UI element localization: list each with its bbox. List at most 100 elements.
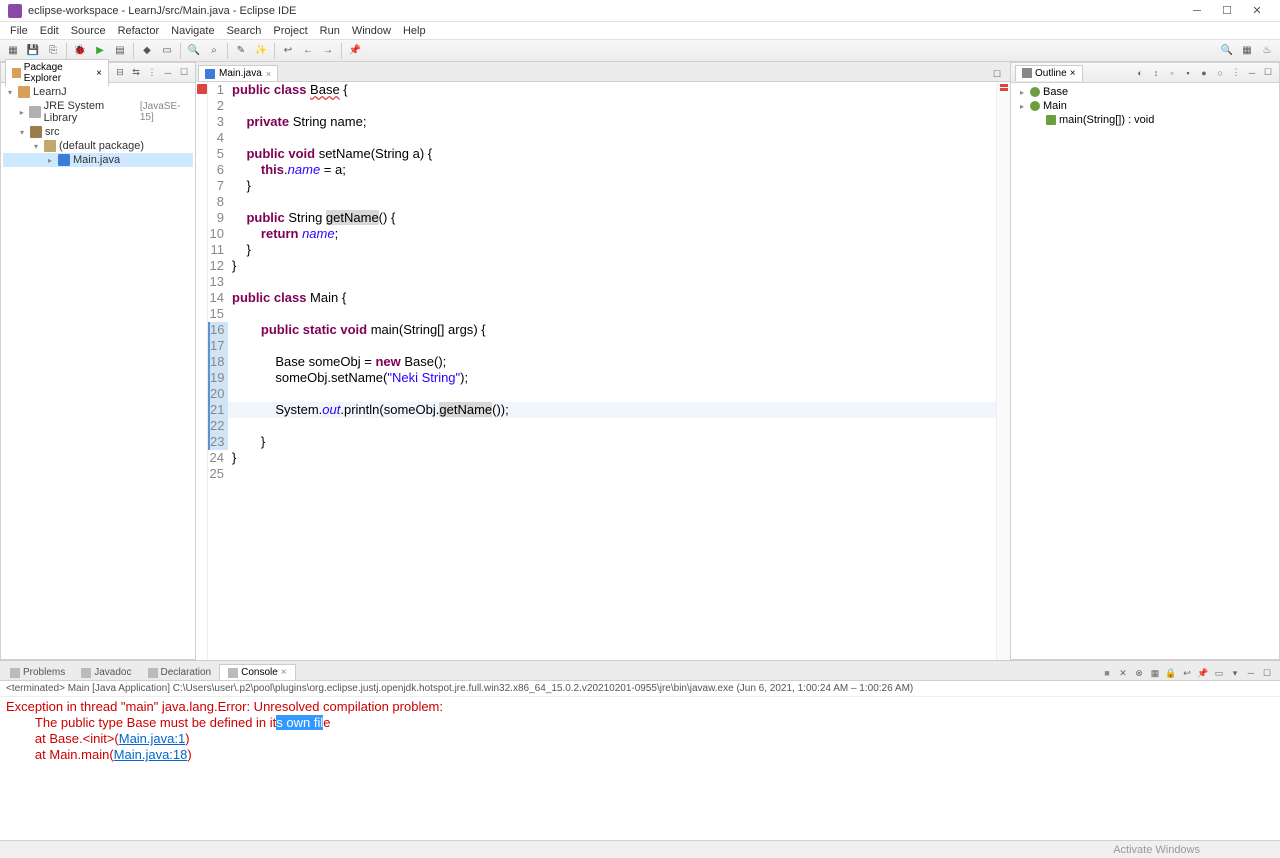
console-output[interactable]: Exception in thread "main" java.lang.Err… [0,697,1280,840]
collapse-all-button[interactable]: ⊟ [113,66,127,80]
word-wrap-button[interactable]: ↩ [1180,666,1194,680]
open-console-button[interactable]: ▾ [1228,666,1242,680]
remove-all-button[interactable]: ⊗ [1132,666,1146,680]
new-package-button[interactable]: ▭ [158,42,176,60]
menu-refactor[interactable]: Refactor [112,25,166,37]
menu-window[interactable]: Window [346,25,397,37]
wand-button[interactable]: ✨ [252,42,270,60]
minimize-view-button[interactable]: ─ [161,66,175,80]
search-button[interactable]: ⌕ [205,42,223,60]
annotation-ruler[interactable] [196,82,208,660]
close-icon[interactable]: × [96,68,102,79]
save-all-button[interactable]: ⎘ [44,42,62,60]
overview-ruler[interactable] [996,82,1010,660]
menu-project[interactable]: Project [267,25,313,37]
bottom-tab-console[interactable]: Console × [219,664,296,680]
view-menu-button[interactable]: ⋮ [145,66,159,80]
new-class-button[interactable]: ◆ [138,42,156,60]
outline-item[interactable]: ▸Base [1013,85,1277,99]
java-perspective-button[interactable]: ♨ [1258,42,1276,60]
bottom-tab-problems[interactable]: Problems [2,665,73,680]
outline-tree[interactable]: ▸Base▸Mainmain(String[]) : void [1011,83,1279,129]
project-node[interactable]: ▾LearnJ [3,85,193,99]
editor-area: Main.java × ☐ 12345678910111213141516171… [196,62,1010,660]
maximize-view-button[interactable]: ☐ [177,66,191,80]
close-icon[interactable]: × [1070,68,1076,79]
error-marker[interactable] [197,84,207,94]
overview-error-marker[interactable] [1000,88,1008,91]
link-editor-button[interactable]: ⇆ [129,66,143,80]
maximize-editor-button[interactable]: ☐ [990,67,1004,81]
window-title: eclipse-workspace - LearnJ/src/Main.java… [28,5,1182,17]
maximize-view-button[interactable]: ☐ [1260,666,1274,680]
sort-button[interactable]: ↕ [1149,66,1163,80]
pin-button[interactable]: 📌 [346,42,364,60]
code-editor[interactable]: public class Base { private String name;… [228,82,996,660]
hide-nonpublic-button[interactable]: ● [1197,66,1211,80]
quick-access-button[interactable]: 🔍 [1218,42,1236,60]
menu-file[interactable]: File [4,25,34,37]
package-explorer-tab[interactable]: Package Explorer × [5,59,109,86]
main-toolbar: ▦ 💾 ⎘ 🐞 ▶ ▤ ◆ ▭ 🔍 ⌕ ✎ ✨ ↩ ← → 📌 🔍 ▦ ♨ [0,40,1280,62]
hide-fields-button[interactable]: ▫ [1165,66,1179,80]
minimize-button[interactable]: ─ [1182,1,1212,21]
close-icon[interactable]: × [266,69,271,79]
menu-source[interactable]: Source [65,25,112,37]
hide-static-button[interactable]: ▪ [1181,66,1195,80]
menu-navigate[interactable]: Navigate [165,25,220,37]
java-file-node[interactable]: ▸Main.java [3,153,193,167]
title-bar: eclipse-workspace - LearnJ/src/Main.java… [0,0,1280,22]
close-button[interactable]: ✕ [1242,1,1272,21]
view-menu-button[interactable]: ⋮ [1229,66,1243,80]
bottom-tabs: ProblemsJavadocDeclarationConsole × ■ ✕ … [0,661,1280,681]
maximize-button[interactable]: ☐ [1212,1,1242,21]
debug-button[interactable]: 🐞 [71,42,89,60]
save-button[interactable]: 💾 [24,42,42,60]
remove-terminated-button[interactable]: ✕ [1116,666,1130,680]
library-node[interactable]: ▸JRE System Library[JavaSE-15] [3,99,193,125]
run-button[interactable]: ▶ [91,42,109,60]
hide-local-button[interactable]: ○ [1213,66,1227,80]
focus-button[interactable]: ◐ [1133,66,1147,80]
outline-item[interactable]: main(String[]) : void [1013,113,1277,127]
pin-console-button[interactable]: 📌 [1196,666,1210,680]
overview-error-marker[interactable] [1000,84,1008,87]
stack-trace-link[interactable]: Main.java:18 [114,747,188,762]
minimize-view-button[interactable]: ─ [1245,66,1259,80]
outline-panel: Outline × ◐ ↕ ▫ ▪ ● ○ ⋮ ─ ☐ ▸Base▸Mainma… [1010,62,1280,660]
line-number-gutter[interactable]: 1234567891011121314151617181920212223242… [208,82,228,660]
maximize-view-button[interactable]: ☐ [1261,66,1275,80]
bottom-tab-declaration[interactable]: Declaration [140,665,220,680]
menu-run[interactable]: Run [314,25,346,37]
back-button[interactable]: ← [299,42,317,60]
console-launch-info: <terminated> Main [Java Application] C:\… [0,681,1280,697]
eclipse-icon [8,4,22,18]
minimize-view-button[interactable]: ─ [1244,666,1258,680]
java-file-icon [205,69,215,79]
editor-tab-main[interactable]: Main.java × [198,65,278,81]
bottom-tab-javadoc[interactable]: Javadoc [73,665,139,680]
clear-console-button[interactable]: ▦ [1148,666,1162,680]
menu-help[interactable]: Help [397,25,432,37]
activate-windows-watermark: Activate Windows [1113,844,1200,856]
new-button[interactable]: ▦ [4,42,22,60]
project-tree[interactable]: ▾LearnJ ▸JRE System Library[JavaSE-15] ▾… [1,83,195,659]
editor-tabs: Main.java × ☐ [196,62,1010,82]
toggle-mark-button[interactable]: ✎ [232,42,250,60]
editor-tab-label: Main.java [219,68,262,79]
open-perspective-button[interactable]: ▦ [1238,42,1256,60]
package-node[interactable]: ▾(default package) [3,139,193,153]
menu-edit[interactable]: Edit [34,25,65,37]
outline-tab[interactable]: Outline × [1015,65,1083,81]
last-edit-button[interactable]: ↩ [279,42,297,60]
stack-trace-link[interactable]: Main.java:1 [119,731,185,746]
display-console-button[interactable]: ▭ [1212,666,1226,680]
coverage-button[interactable]: ▤ [111,42,129,60]
forward-button[interactable]: → [319,42,337,60]
outline-item[interactable]: ▸Main [1013,99,1277,113]
menu-search[interactable]: Search [221,25,268,37]
terminate-button[interactable]: ■ [1100,666,1114,680]
src-node[interactable]: ▾src [3,125,193,139]
open-type-button[interactable]: 🔍 [185,42,203,60]
scroll-lock-button[interactable]: 🔒 [1164,666,1178,680]
